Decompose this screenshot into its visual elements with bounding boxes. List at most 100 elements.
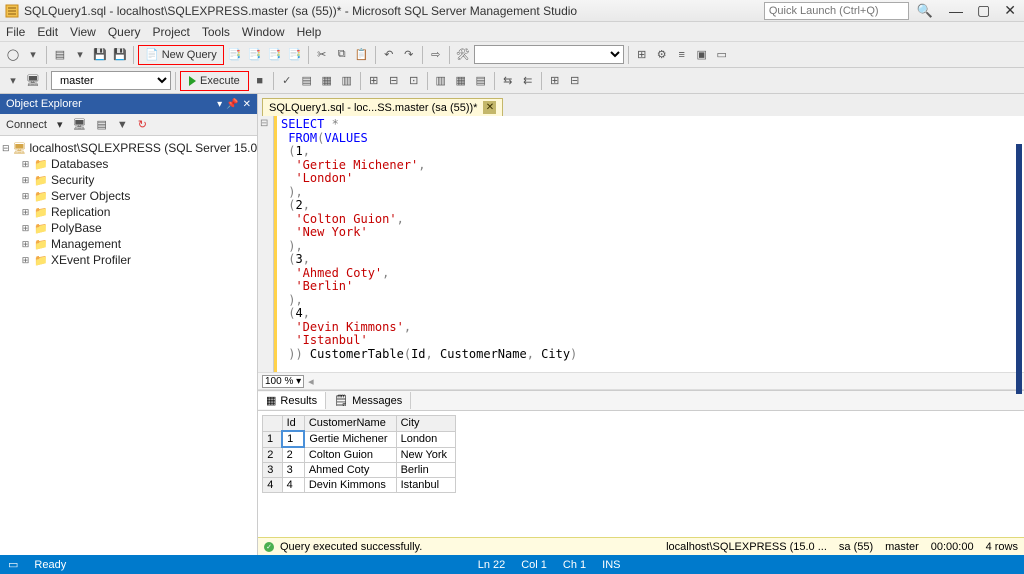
- parse-icon[interactable]: ✓: [278, 72, 296, 90]
- q-icon-4[interactable]: ▥: [432, 72, 450, 90]
- toggle-icon[interactable]: ⊞: [20, 175, 31, 186]
- column-header[interactable]: Id: [282, 416, 304, 432]
- pin-icon[interactable]: 📌: [226, 99, 238, 110]
- close-button[interactable]: ✕: [1000, 2, 1020, 19]
- oe-close-icon[interactable]: ✕: [243, 99, 251, 110]
- redo-icon[interactable]: ↷: [400, 46, 418, 64]
- tb-icon-1[interactable]: 📑: [226, 46, 244, 64]
- solution-combo[interactable]: [474, 45, 624, 64]
- minimize-button[interactable]: —: [945, 3, 967, 19]
- cell[interactable]: Colton Guion: [304, 447, 396, 463]
- column-header[interactable]: CustomerName: [304, 416, 396, 432]
- arrow-icon[interactable]: ⇨: [427, 46, 445, 64]
- cut-icon[interactable]: ✂: [313, 46, 331, 64]
- save-icon[interactable]: 💾: [91, 46, 109, 64]
- tb-icon-4[interactable]: 📑: [286, 46, 304, 64]
- results-grid[interactable]: IdCustomerNameCity 11Gertie MichenerLond…: [258, 411, 1024, 537]
- toggle-icon[interactable]: ⊞: [20, 239, 31, 250]
- tree-node[interactable]: ⊞📁Replication: [2, 204, 255, 220]
- cell[interactable]: Gertie Michener: [304, 431, 396, 447]
- fold-gutter[interactable]: [258, 116, 274, 372]
- tree-node[interactable]: ⊞📁Security: [2, 172, 255, 188]
- cell[interactable]: Devin Kimmons: [304, 478, 396, 493]
- cell[interactable]: London: [396, 431, 455, 447]
- connection-icon[interactable]: ▤: [51, 46, 69, 64]
- toggle-icon[interactable]: ⊟: [2, 143, 10, 154]
- messages-tab[interactable]: 🗒 Messages: [326, 392, 411, 409]
- plan2-icon[interactable]: ▥: [338, 72, 356, 90]
- build-icon[interactable]: 🛠: [454, 46, 472, 64]
- cell[interactable]: 4: [282, 478, 304, 493]
- q-icon-2[interactable]: ⊟: [385, 72, 403, 90]
- toggle-icon[interactable]: ⊞: [20, 207, 31, 218]
- table-row[interactable]: 22Colton GuionNew York: [263, 447, 456, 463]
- toggle-icon[interactable]: ⊞: [20, 255, 31, 266]
- tree-node[interactable]: ⊞📁PolyBase: [2, 220, 255, 236]
- stop-icon[interactable]: ■: [251, 72, 269, 90]
- menu-edit[interactable]: Edit: [37, 25, 58, 39]
- table-row[interactable]: 33Ahmed CotyBerlin: [263, 463, 456, 478]
- execute-button[interactable]: Execute: [180, 71, 249, 91]
- undo-icon[interactable]: ↶: [380, 46, 398, 64]
- menu-window[interactable]: Window: [242, 25, 285, 39]
- cell[interactable]: Berlin: [396, 463, 455, 478]
- ext-icon-5[interactable]: ▭: [713, 46, 731, 64]
- oe-tb-4[interactable]: ↻: [138, 118, 147, 131]
- tree-node[interactable]: ⊞📁XEvent Profiler: [2, 252, 255, 268]
- tree-node[interactable]: ⊞📁Databases: [2, 156, 255, 172]
- menu-help[interactable]: Help: [297, 25, 322, 39]
- oe-tb-2[interactable]: ▤: [96, 118, 106, 131]
- object-explorer-tree[interactable]: ⊟ 🖥 localhost\SQLEXPRESS (SQL Server 15.…: [0, 136, 257, 555]
- search-icon[interactable]: 🔍: [917, 3, 933, 19]
- drop-icon-2[interactable]: ▾: [4, 72, 22, 90]
- tree-node[interactable]: ⊞📁Server Objects: [2, 188, 255, 204]
- menu-file[interactable]: File: [6, 25, 25, 39]
- scrollbar-handle[interactable]: [1016, 144, 1022, 394]
- oe-tb-1[interactable]: 🖥: [73, 118, 87, 131]
- forward-icon[interactable]: ▾: [24, 46, 42, 64]
- ext-icon-2[interactable]: ⚙: [653, 46, 671, 64]
- menu-view[interactable]: View: [70, 25, 96, 39]
- oe-tb-3[interactable]: ▼: [117, 119, 128, 131]
- toggle-icon[interactable]: ⊞: [20, 191, 31, 202]
- toggle-icon[interactable]: ⊞: [20, 223, 31, 234]
- tb-icon-3[interactable]: 📑: [266, 46, 284, 64]
- menu-project[interactable]: Project: [153, 25, 190, 39]
- connect-drop-icon[interactable]: ▾: [57, 118, 63, 131]
- q-icon-8[interactable]: ⇇: [519, 72, 537, 90]
- tab-close-icon[interactable]: ✕: [483, 101, 496, 114]
- back-icon[interactable]: ◯: [4, 46, 22, 64]
- cell[interactable]: 1: [282, 431, 304, 447]
- tb-icon-2[interactable]: 📑: [246, 46, 264, 64]
- q-icon-1[interactable]: ⊞: [365, 72, 383, 90]
- quick-launch-input[interactable]: [764, 2, 909, 20]
- code-editor[interactable]: SELECT * FROM(VALUES (1, 'Gertie Michene…: [258, 116, 1024, 372]
- results-table[interactable]: IdCustomerNameCity 11Gertie MichenerLond…: [262, 415, 456, 493]
- q-icon-3[interactable]: ⊡: [405, 72, 423, 90]
- q-icon-5[interactable]: ▦: [452, 72, 470, 90]
- oe-dropdown-icon[interactable]: ▾: [217, 99, 222, 110]
- menu-query[interactable]: Query: [108, 25, 141, 39]
- paste-icon[interactable]: 📋: [353, 46, 371, 64]
- database-select[interactable]: master: [51, 71, 171, 90]
- cell[interactable]: Istanbul: [396, 478, 455, 493]
- new-query-button[interactable]: 📄 New Query: [138, 45, 224, 65]
- q-icon-6[interactable]: ▤: [472, 72, 490, 90]
- drop-icon[interactable]: ▾: [71, 46, 89, 64]
- tree-node[interactable]: ⊞📁Management: [2, 236, 255, 252]
- column-header[interactable]: City: [396, 416, 455, 432]
- table-row[interactable]: 11Gertie MichenerLondon: [263, 431, 456, 447]
- connect-button[interactable]: Connect: [6, 119, 47, 131]
- outln-icon[interactable]: ▤: [298, 72, 316, 90]
- cell[interactable]: New York: [396, 447, 455, 463]
- cell[interactable]: 3: [282, 463, 304, 478]
- server-icon-2[interactable]: 🖥: [24, 72, 42, 90]
- menu-tools[interactable]: Tools: [202, 25, 230, 39]
- saveall-icon[interactable]: 💾: [111, 46, 129, 64]
- zoom-select[interactable]: 100 % ▾: [262, 375, 304, 388]
- left-scroll-icon[interactable]: ◂: [308, 375, 314, 388]
- plan-icon[interactable]: ▦: [318, 72, 336, 90]
- table-row[interactable]: 44Devin KimmonsIstanbul: [263, 478, 456, 493]
- q-icon-9[interactable]: ⊞: [546, 72, 564, 90]
- q-icon-7[interactable]: ⇆: [499, 72, 517, 90]
